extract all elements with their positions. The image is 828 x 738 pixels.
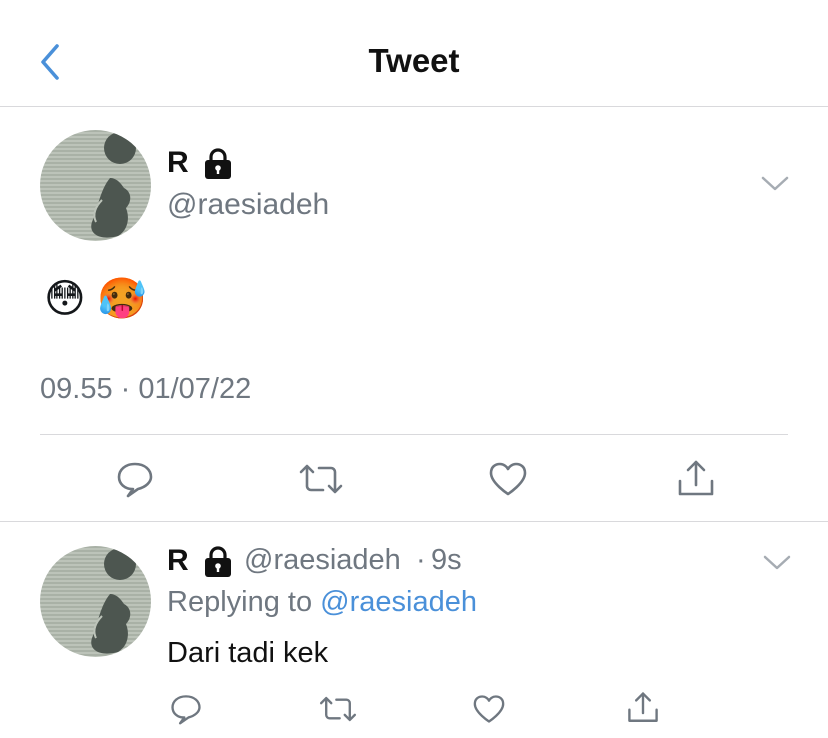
retweet-button[interactable] — [318, 689, 358, 729]
tweet-menu-button[interactable] — [760, 172, 790, 199]
share-button[interactable] — [673, 456, 719, 502]
like-icon — [489, 462, 527, 496]
separator-dot: · — [416, 544, 426, 576]
replying-to: Replying to @raesiadeh — [167, 586, 477, 619]
retweet-button[interactable] — [298, 456, 344, 502]
tweet-timestamp[interactable]: 09.55 · 01/07/22 — [40, 373, 251, 406]
replying-to-handle-link[interactable]: @raesiadeh — [320, 586, 477, 618]
tweet-text: Dari tadi kek — [167, 637, 329, 669]
chevron-down-icon — [761, 176, 789, 191]
divider — [40, 434, 788, 435]
like-button[interactable] — [469, 689, 509, 729]
reply-icon — [171, 695, 201, 725]
avatar[interactable] — [40, 130, 151, 241]
avatar[interactable] — [40, 546, 151, 657]
retweet-icon — [319, 696, 357, 722]
share-icon — [628, 692, 658, 722]
display-name[interactable]: R — [167, 544, 189, 578]
divider — [0, 521, 828, 522]
like-button[interactable] — [485, 456, 531, 502]
handle[interactable]: @raesiadeh — [167, 188, 329, 222]
share-icon — [678, 460, 714, 496]
tweet-time-ago[interactable]: 9s — [431, 544, 462, 577]
tweet-menu-button[interactable] — [762, 551, 792, 578]
like-icon — [473, 695, 505, 723]
chevron-down-icon — [763, 555, 791, 570]
reply-icon — [117, 462, 153, 498]
display-name[interactable]: R — [167, 146, 189, 180]
share-button[interactable] — [623, 688, 663, 728]
lock-icon — [203, 148, 233, 185]
reply-button[interactable] — [112, 456, 158, 502]
reply-button[interactable] — [166, 689, 206, 729]
handle[interactable]: @raesiadeh — [244, 544, 401, 577]
page-title: Tweet — [368, 42, 460, 79]
lock-icon — [203, 546, 233, 583]
emoji-hot-face: 🥵 — [97, 277, 147, 321]
retweet-icon — [299, 464, 343, 494]
emoji-flushed: 😳 — [44, 277, 86, 321]
replying-to-label: Replying to — [167, 586, 313, 618]
